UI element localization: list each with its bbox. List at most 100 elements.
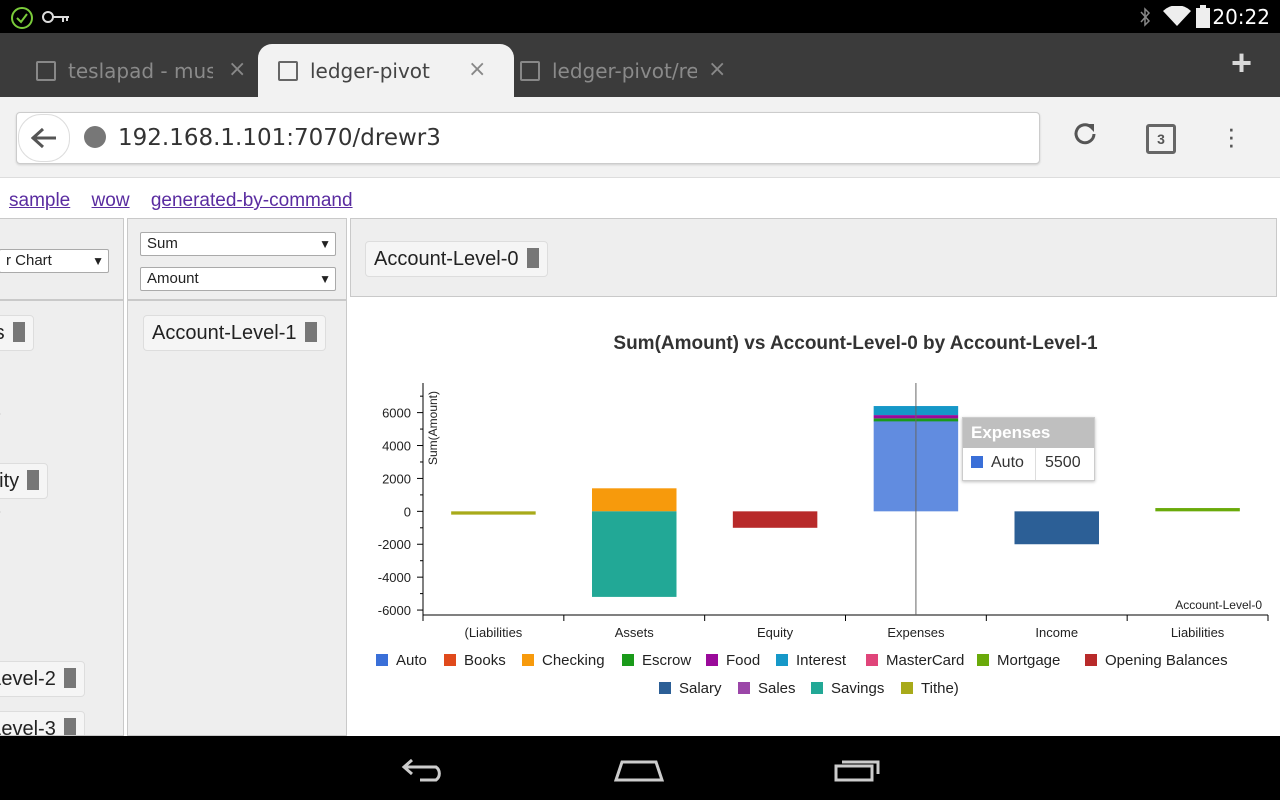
tab-teslapad[interactable]: teslapad - mus × xyxy=(24,45,252,97)
arrow-left-icon xyxy=(30,127,56,149)
tab-ledger-pivot-2[interactable]: ledger-pivot/re × xyxy=(508,45,738,97)
legend-item[interactable]: Sales xyxy=(738,680,796,697)
y-tick-label: -2000 xyxy=(378,537,411,552)
legend-swatch xyxy=(977,654,989,666)
tab-title: ledger-pivot xyxy=(310,59,430,83)
legend-label: Salary xyxy=(679,680,722,697)
close-tab-icon[interactable]: × xyxy=(228,57,246,82)
status-time: 20:22 xyxy=(1212,5,1270,29)
filter-handle-icon[interactable] xyxy=(12,322,25,342)
renderer-value: r Chart xyxy=(6,252,52,269)
overflow-menu-icon[interactable]: · · · xyxy=(1227,115,1236,157)
filter-handle-icon[interactable] xyxy=(63,718,76,735)
link-sample[interactable]: sample xyxy=(9,190,70,211)
legend-item[interactable]: Mortgage xyxy=(977,652,1060,669)
tooltip-value: 5500 xyxy=(1045,454,1081,471)
legend-item[interactable]: Auto xyxy=(376,652,427,669)
reload-icon[interactable] xyxy=(1070,119,1100,149)
renderer-select[interactable]: r Chart ▼ xyxy=(0,249,109,273)
tab-favicon-icon xyxy=(278,61,298,81)
legend-label: Escrow xyxy=(642,652,692,669)
back-button[interactable] xyxy=(18,114,70,162)
x-tick-label: Liabilities xyxy=(1171,625,1225,640)
legend-swatch xyxy=(866,654,878,666)
status-bar: 20:22 xyxy=(0,0,1280,33)
close-tab-icon[interactable]: × xyxy=(708,57,726,82)
legend-swatch xyxy=(1085,654,1097,666)
page-links: sample wow generated-by-command xyxy=(9,190,369,212)
column-attr-pill[interactable]: Account-Level-0 xyxy=(365,241,548,277)
value-field-value: Amount xyxy=(147,270,199,287)
aggregator-select[interactable]: Sum ▼ xyxy=(140,232,336,256)
legend-item[interactable]: Tithe) xyxy=(901,680,959,697)
legend-item[interactable]: Books xyxy=(444,652,506,669)
url-text[interactable]: 192.168.1.101:7070/drewr3 xyxy=(118,125,441,151)
tab-ledger-pivot[interactable]: ledger-pivot × xyxy=(266,45,496,97)
legend-item[interactable]: MasterCard xyxy=(866,652,964,669)
filter-handle-icon[interactable] xyxy=(63,668,76,688)
legend-swatch xyxy=(738,682,750,694)
unused-attr-pill[interactable]: rs xyxy=(0,315,34,351)
filter-handle-icon[interactable] xyxy=(27,470,40,490)
close-tab-icon[interactable]: × xyxy=(468,57,486,82)
legend-swatch xyxy=(659,682,671,694)
bar-segment xyxy=(592,488,677,512)
stacked-bar-chart: Sum(Amount) vs Account-Level-0 by Accoun… xyxy=(378,333,1269,640)
aggregator-value: Sum xyxy=(147,235,178,252)
unused-attr-label: rs xyxy=(0,322,5,344)
tooltip-divider xyxy=(1035,448,1036,480)
tooltip-swatch xyxy=(971,456,983,468)
filter-handle-icon[interactable] xyxy=(304,322,317,342)
tab-switcher-button[interactable]: 3 xyxy=(1146,124,1176,154)
unused-attr-pill[interactable]: t-Level-3 xyxy=(0,711,85,736)
unused-attr-pill[interactable] xyxy=(0,511,1,513)
tooltip-title: Expenses xyxy=(963,418,1094,448)
unused-attr-pill[interactable] xyxy=(0,413,1,415)
chart-area: Sum(Amount) vs Account-Level-0 by Accoun… xyxy=(350,297,1280,736)
check-circle-icon xyxy=(11,7,33,29)
chevron-down-icon: ▼ xyxy=(319,237,331,251)
legend-label: Food xyxy=(726,652,761,669)
column-attr-label: Account-Level-0 xyxy=(374,248,519,270)
link-generated-by-command[interactable]: generated-by-command xyxy=(151,190,353,211)
legend-label: Checking xyxy=(542,652,605,669)
row-attr-pill[interactable]: Account-Level-1 xyxy=(143,315,326,351)
legend-label: MasterCard xyxy=(886,652,965,669)
legend-item[interactable]: Checking xyxy=(522,652,605,669)
unused-attr-pill[interactable]: dity xyxy=(0,463,49,499)
legend-item[interactable]: Escrow xyxy=(622,652,691,669)
legend-item[interactable]: Savings xyxy=(811,680,884,697)
legend-item[interactable]: Opening Balances xyxy=(1085,652,1228,669)
legend-label: Mortgage xyxy=(997,652,1061,669)
battery-icon xyxy=(1196,5,1210,28)
x-axis-label: Account-Level-0 xyxy=(1175,598,1262,612)
legend-item[interactable]: Food xyxy=(706,652,760,669)
chart-title: Sum(Amount) vs Account-Level-0 by Accoun… xyxy=(613,333,1098,354)
legend-label: Savings xyxy=(831,680,885,697)
aggregator-panel: Sum ▼ Amount ▼ xyxy=(127,218,347,300)
bar-segment xyxy=(1155,508,1240,512)
unused-attr-pill[interactable]: t-Level-2 xyxy=(0,661,85,697)
back-nav-icon[interactable] xyxy=(400,756,448,782)
y-tick-label: 2000 xyxy=(382,471,411,486)
legend-swatch xyxy=(776,654,788,666)
value-field-select[interactable]: Amount ▼ xyxy=(140,267,336,291)
y-tick-label: 4000 xyxy=(382,439,411,454)
y-tick-label: 0 xyxy=(404,504,411,519)
chevron-down-icon: ▼ xyxy=(319,272,331,286)
link-wow[interactable]: wow xyxy=(92,190,130,211)
legend-label: Interest xyxy=(796,652,847,669)
unused-attr-label: t-Level-3 xyxy=(0,718,56,736)
home-nav-icon[interactable] xyxy=(614,756,664,782)
row-attr-label: Account-Level-1 xyxy=(152,322,297,344)
new-tab-button[interactable]: + xyxy=(1231,42,1252,84)
tab-favicon-icon xyxy=(520,61,540,81)
renderer-panel: r Chart ▼ xyxy=(0,218,124,300)
legend-item[interactable]: Salary xyxy=(659,680,722,697)
recents-nav-icon[interactable] xyxy=(832,756,882,782)
row-attributes-panel: Account-Level-1 xyxy=(127,300,347,736)
bar-segment xyxy=(451,511,536,515)
filter-handle-icon[interactable] xyxy=(526,248,539,268)
globe-icon xyxy=(84,126,106,148)
legend-item[interactable]: Interest xyxy=(776,652,846,669)
